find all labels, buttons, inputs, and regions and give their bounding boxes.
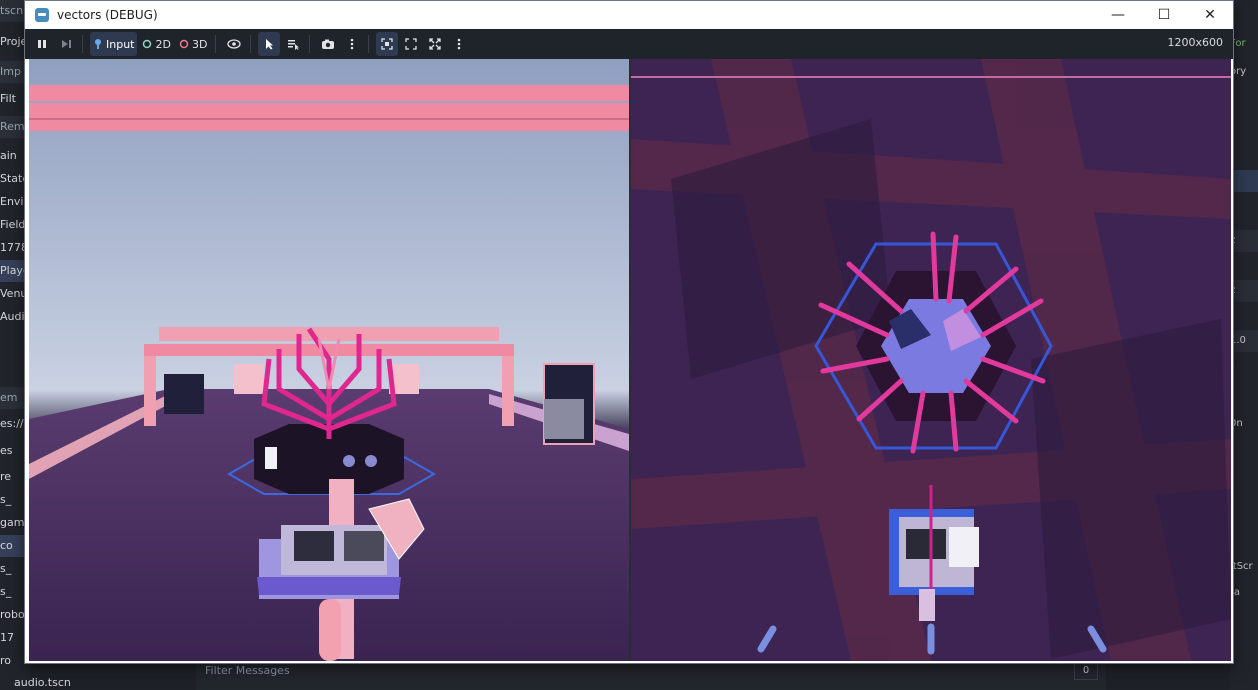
pause-icon bbox=[38, 40, 46, 48]
game-window: vectors (DEBUG) — ☐ ✕ Input 2D 3D 1200x6… bbox=[24, 0, 1234, 664]
list-select-button[interactable] bbox=[282, 32, 304, 56]
stretch-icon bbox=[405, 38, 418, 50]
inspector-tab-fragment[interactable]: For bbox=[1230, 33, 1258, 55]
next-frame-button[interactable] bbox=[55, 32, 77, 56]
mode-2d-label: 2D bbox=[155, 37, 171, 51]
next-frame-icon bbox=[62, 40, 71, 48]
more-options-button[interactable] bbox=[341, 32, 363, 56]
window-title: vectors (DEBUG) bbox=[57, 7, 158, 22]
joystick-icon bbox=[95, 39, 101, 49]
select-tool-button[interactable] bbox=[258, 32, 281, 56]
camera-override-button[interactable] bbox=[317, 32, 339, 56]
filter-messages-input[interactable]: Filter Messages bbox=[205, 664, 290, 677]
mode-3d-button[interactable]: 3D bbox=[176, 32, 210, 56]
message-count: 0 bbox=[1074, 662, 1098, 680]
fit-frame-icon bbox=[381, 38, 394, 50]
mode-2d-button[interactable]: 2D bbox=[139, 32, 173, 56]
editor-output-panel bbox=[196, 660, 1106, 690]
toolbar-separator bbox=[309, 35, 311, 53]
toolbar-separator bbox=[215, 35, 217, 53]
eye-icon bbox=[227, 39, 242, 49]
window-titlebar[interactable]: vectors (DEBUG) — ☐ ✕ bbox=[25, 1, 1233, 28]
kebab-menu-icon bbox=[458, 38, 461, 50]
minimize-button[interactable]: — bbox=[1095, 1, 1141, 28]
visibility-button[interactable] bbox=[223, 32, 245, 56]
resolution-label: 1200x600 bbox=[1167, 36, 1224, 49]
game-toolbar: Input 2D 3D 1200x600 bbox=[25, 29, 1233, 59]
input-label: Input bbox=[106, 37, 135, 51]
close-button[interactable]: ✕ bbox=[1187, 1, 1233, 28]
topdown-scene bbox=[631, 59, 1231, 661]
inspector-z-field[interactable]: z bbox=[1230, 230, 1258, 252]
inspector-value-field[interactable]: 1.0 bbox=[1230, 330, 1258, 352]
kebab-menu-icon bbox=[351, 38, 354, 50]
pause-button[interactable] bbox=[31, 32, 53, 56]
file-item-audio[interactable]: audio.tscn bbox=[14, 676, 71, 689]
cursor-icon bbox=[266, 39, 274, 50]
embed-options-button[interactable] bbox=[448, 32, 470, 56]
mode-3d-label: 3D bbox=[191, 37, 208, 51]
inspector-label-fragment: r bbox=[1230, 358, 1258, 380]
fullscreen-button[interactable] bbox=[424, 32, 446, 56]
2d-node-icon bbox=[143, 39, 152, 49]
perspective-scene bbox=[29, 59, 629, 661]
game-viewport-topdown[interactable] bbox=[631, 59, 1231, 661]
inspector-value-fragment[interactable]: 0n bbox=[1230, 413, 1258, 435]
inspector-section[interactable] bbox=[1230, 170, 1258, 192]
editor-inspector-panel: For ory z z 1.0 r 0n itScr ta bbox=[1230, 0, 1258, 690]
3d-node-icon bbox=[179, 39, 189, 49]
screen: tscn Proje Imp Filt Remo ain State Envir… bbox=[0, 0, 1258, 690]
input-toggle-button[interactable]: Input bbox=[90, 32, 138, 56]
godot-logo-icon bbox=[35, 7, 49, 22]
inspector-value-fragment[interactable]: ta bbox=[1230, 582, 1258, 604]
list-select-icon bbox=[288, 40, 300, 50]
inspector-history-fragment[interactable]: ory bbox=[1230, 61, 1258, 83]
toolbar-separator bbox=[82, 35, 83, 53]
game-viewport-perspective[interactable] bbox=[29, 59, 629, 661]
stretch-button[interactable] bbox=[400, 32, 422, 56]
toolbar-separator bbox=[250, 35, 252, 53]
toolbar-separator bbox=[368, 35, 370, 53]
maximize-button[interactable]: ☐ bbox=[1141, 1, 1187, 28]
camera-icon bbox=[322, 39, 335, 49]
inspector-z-field[interactable]: z bbox=[1230, 280, 1258, 302]
fullscreen-icon bbox=[429, 38, 442, 50]
inspector-value-fragment[interactable]: itScr bbox=[1230, 556, 1258, 578]
embed-fit-button[interactable] bbox=[376, 32, 399, 56]
